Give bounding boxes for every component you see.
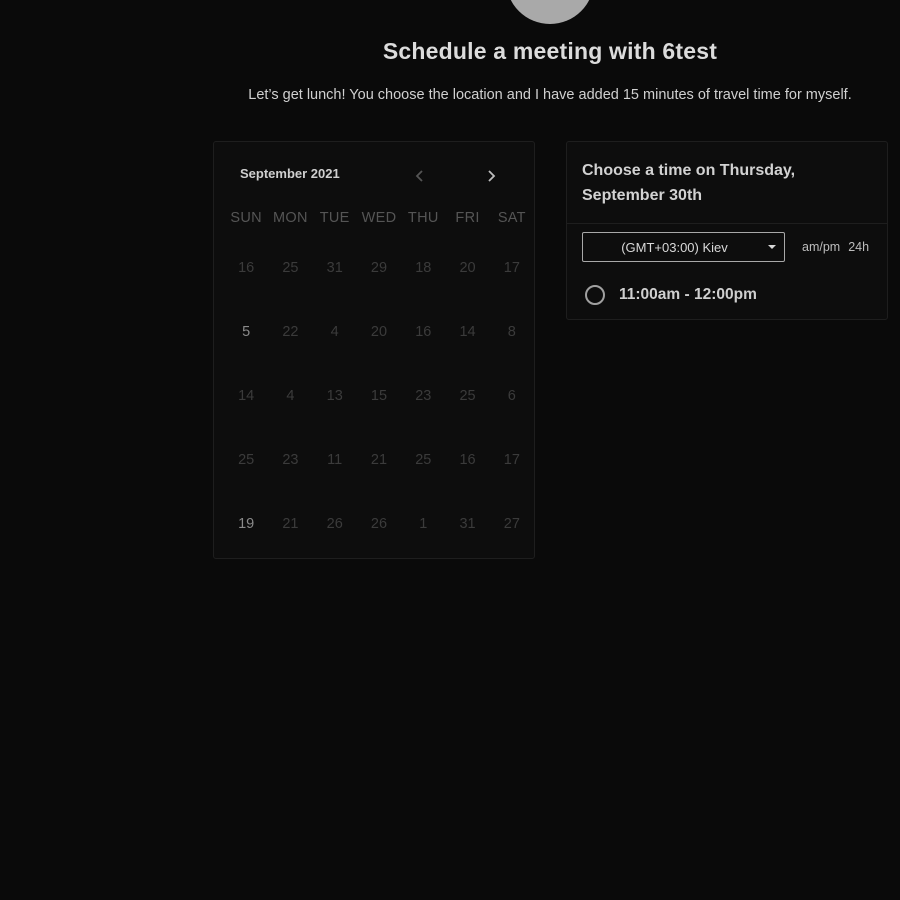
- calendar: September 2021 SUN MON TUE WED THU FRI S…: [213, 141, 535, 559]
- calendar-day[interactable]: 5: [224, 324, 268, 340]
- calendar-day[interactable]: 14: [445, 324, 489, 340]
- previous-month-button[interactable]: [408, 164, 432, 188]
- format-12h-option[interactable]: am/pm: [802, 240, 840, 254]
- calendar-day[interactable]: 16: [401, 324, 445, 340]
- timezone-select[interactable]: (GMT+03:00) Kiev: [582, 232, 785, 262]
- weekday-label: FRI: [455, 210, 480, 226]
- calendar-week: 14 4 13 15 23 25 6: [224, 381, 534, 411]
- chevron-left-icon: [415, 170, 423, 182]
- calendar-week: 16 25 31 29 18 20 17: [224, 253, 534, 283]
- calendar-day[interactable]: 4: [268, 388, 312, 404]
- format-24h-option[interactable]: 24h: [848, 240, 869, 254]
- calendar-day[interactable]: 31: [445, 516, 489, 532]
- calendar-day[interactable]: 13: [313, 388, 357, 404]
- radio-circle-icon: [585, 285, 605, 305]
- time-panel-heading: Choose a time on Thursday, September 30t…: [582, 158, 862, 208]
- calendar-day[interactable]: 1: [401, 516, 445, 532]
- calendar-divider: [534, 353, 535, 375]
- time-slot-option[interactable]: 11:00am - 12:00pm: [585, 282, 757, 308]
- weekday-label: TUE: [319, 210, 350, 226]
- weekday-label: MON: [273, 210, 308, 226]
- calendar-day[interactable]: 31: [313, 260, 357, 276]
- time-format-toggle: am/pm 24h: [802, 240, 869, 254]
- calendar-day[interactable]: 8: [490, 324, 534, 340]
- calendar-day[interactable]: 29: [357, 260, 401, 276]
- calendar-day[interactable]: 19: [224, 516, 268, 532]
- time-panel-heading-line1: Choose a time on Thursday,: [582, 162, 796, 179]
- scheduling-page: Schedule a meeting with 6test Let’s get …: [0, 0, 900, 900]
- calendar-day[interactable]: 25: [268, 260, 312, 276]
- calendar-day[interactable]: 17: [490, 452, 534, 468]
- calendar-day[interactable]: 26: [357, 516, 401, 532]
- calendar-divider: [534, 481, 535, 503]
- meeting-description: Let’s get lunch! You choose the location…: [248, 87, 852, 103]
- avatar: [506, 0, 594, 24]
- calendar-day[interactable]: 26: [313, 516, 357, 532]
- chevron-right-icon: [488, 170, 496, 182]
- calendar-day[interactable]: 20: [357, 324, 401, 340]
- calendar-week: 5 22 4 20 16 14 8: [224, 317, 534, 347]
- calendar-month-label: September 2021: [240, 166, 340, 181]
- weekday-label: SAT: [497, 210, 526, 226]
- calendar-day[interactable]: 4: [313, 324, 357, 340]
- calendar-day[interactable]: 15: [357, 388, 401, 404]
- weekday-label: SUN: [230, 210, 262, 226]
- weekday-header: SUN MON TUE WED THU FRI SAT: [224, 210, 534, 226]
- page-title: Schedule a meeting with 6test: [382, 38, 718, 64]
- calendar-day[interactable]: 25: [224, 452, 268, 468]
- timezone-value: (GMT+03:00) Kiev: [621, 239, 728, 255]
- time-selection-panel: Choose a time on Thursday, September 30t…: [566, 141, 888, 320]
- calendar-day[interactable]: 22: [268, 324, 312, 340]
- calendar-day[interactable]: 25: [445, 388, 489, 404]
- time-panel-heading-line2: September 30th: [582, 187, 703, 204]
- calendar-day[interactable]: 6: [490, 388, 534, 404]
- calendar-day[interactable]: 21: [268, 516, 312, 532]
- calendar-day[interactable]: 23: [401, 388, 445, 404]
- calendar-day[interactable]: 20: [445, 260, 489, 276]
- calendar-week: 19 21 26 26 1 31 27: [224, 509, 534, 539]
- panel-divider: [567, 223, 887, 224]
- calendar-day[interactable]: 23: [268, 452, 312, 468]
- calendar-divider: [534, 417, 535, 439]
- calendar-day[interactable]: 21: [357, 452, 401, 468]
- time-slot-label: 11:00am - 12:00pm: [619, 286, 757, 303]
- weekday-label: THU: [407, 210, 439, 226]
- calendar-day[interactable]: 25: [401, 452, 445, 468]
- next-month-button[interactable]: [479, 164, 503, 188]
- calendar-week: 25 23 11 21 25 16 17: [224, 445, 534, 475]
- calendar-day[interactable]: 16: [224, 260, 268, 276]
- calendar-day[interactable]: 16: [445, 452, 489, 468]
- calendar-day[interactable]: 17: [490, 260, 534, 276]
- calendar-day[interactable]: 14: [224, 388, 268, 404]
- caret-down-icon: [760, 244, 784, 250]
- calendar-day[interactable]: 27: [490, 516, 534, 532]
- calendar-day[interactable]: 11: [313, 452, 357, 468]
- weekday-label: WED: [361, 210, 397, 226]
- calendar-day[interactable]: 18: [401, 260, 445, 276]
